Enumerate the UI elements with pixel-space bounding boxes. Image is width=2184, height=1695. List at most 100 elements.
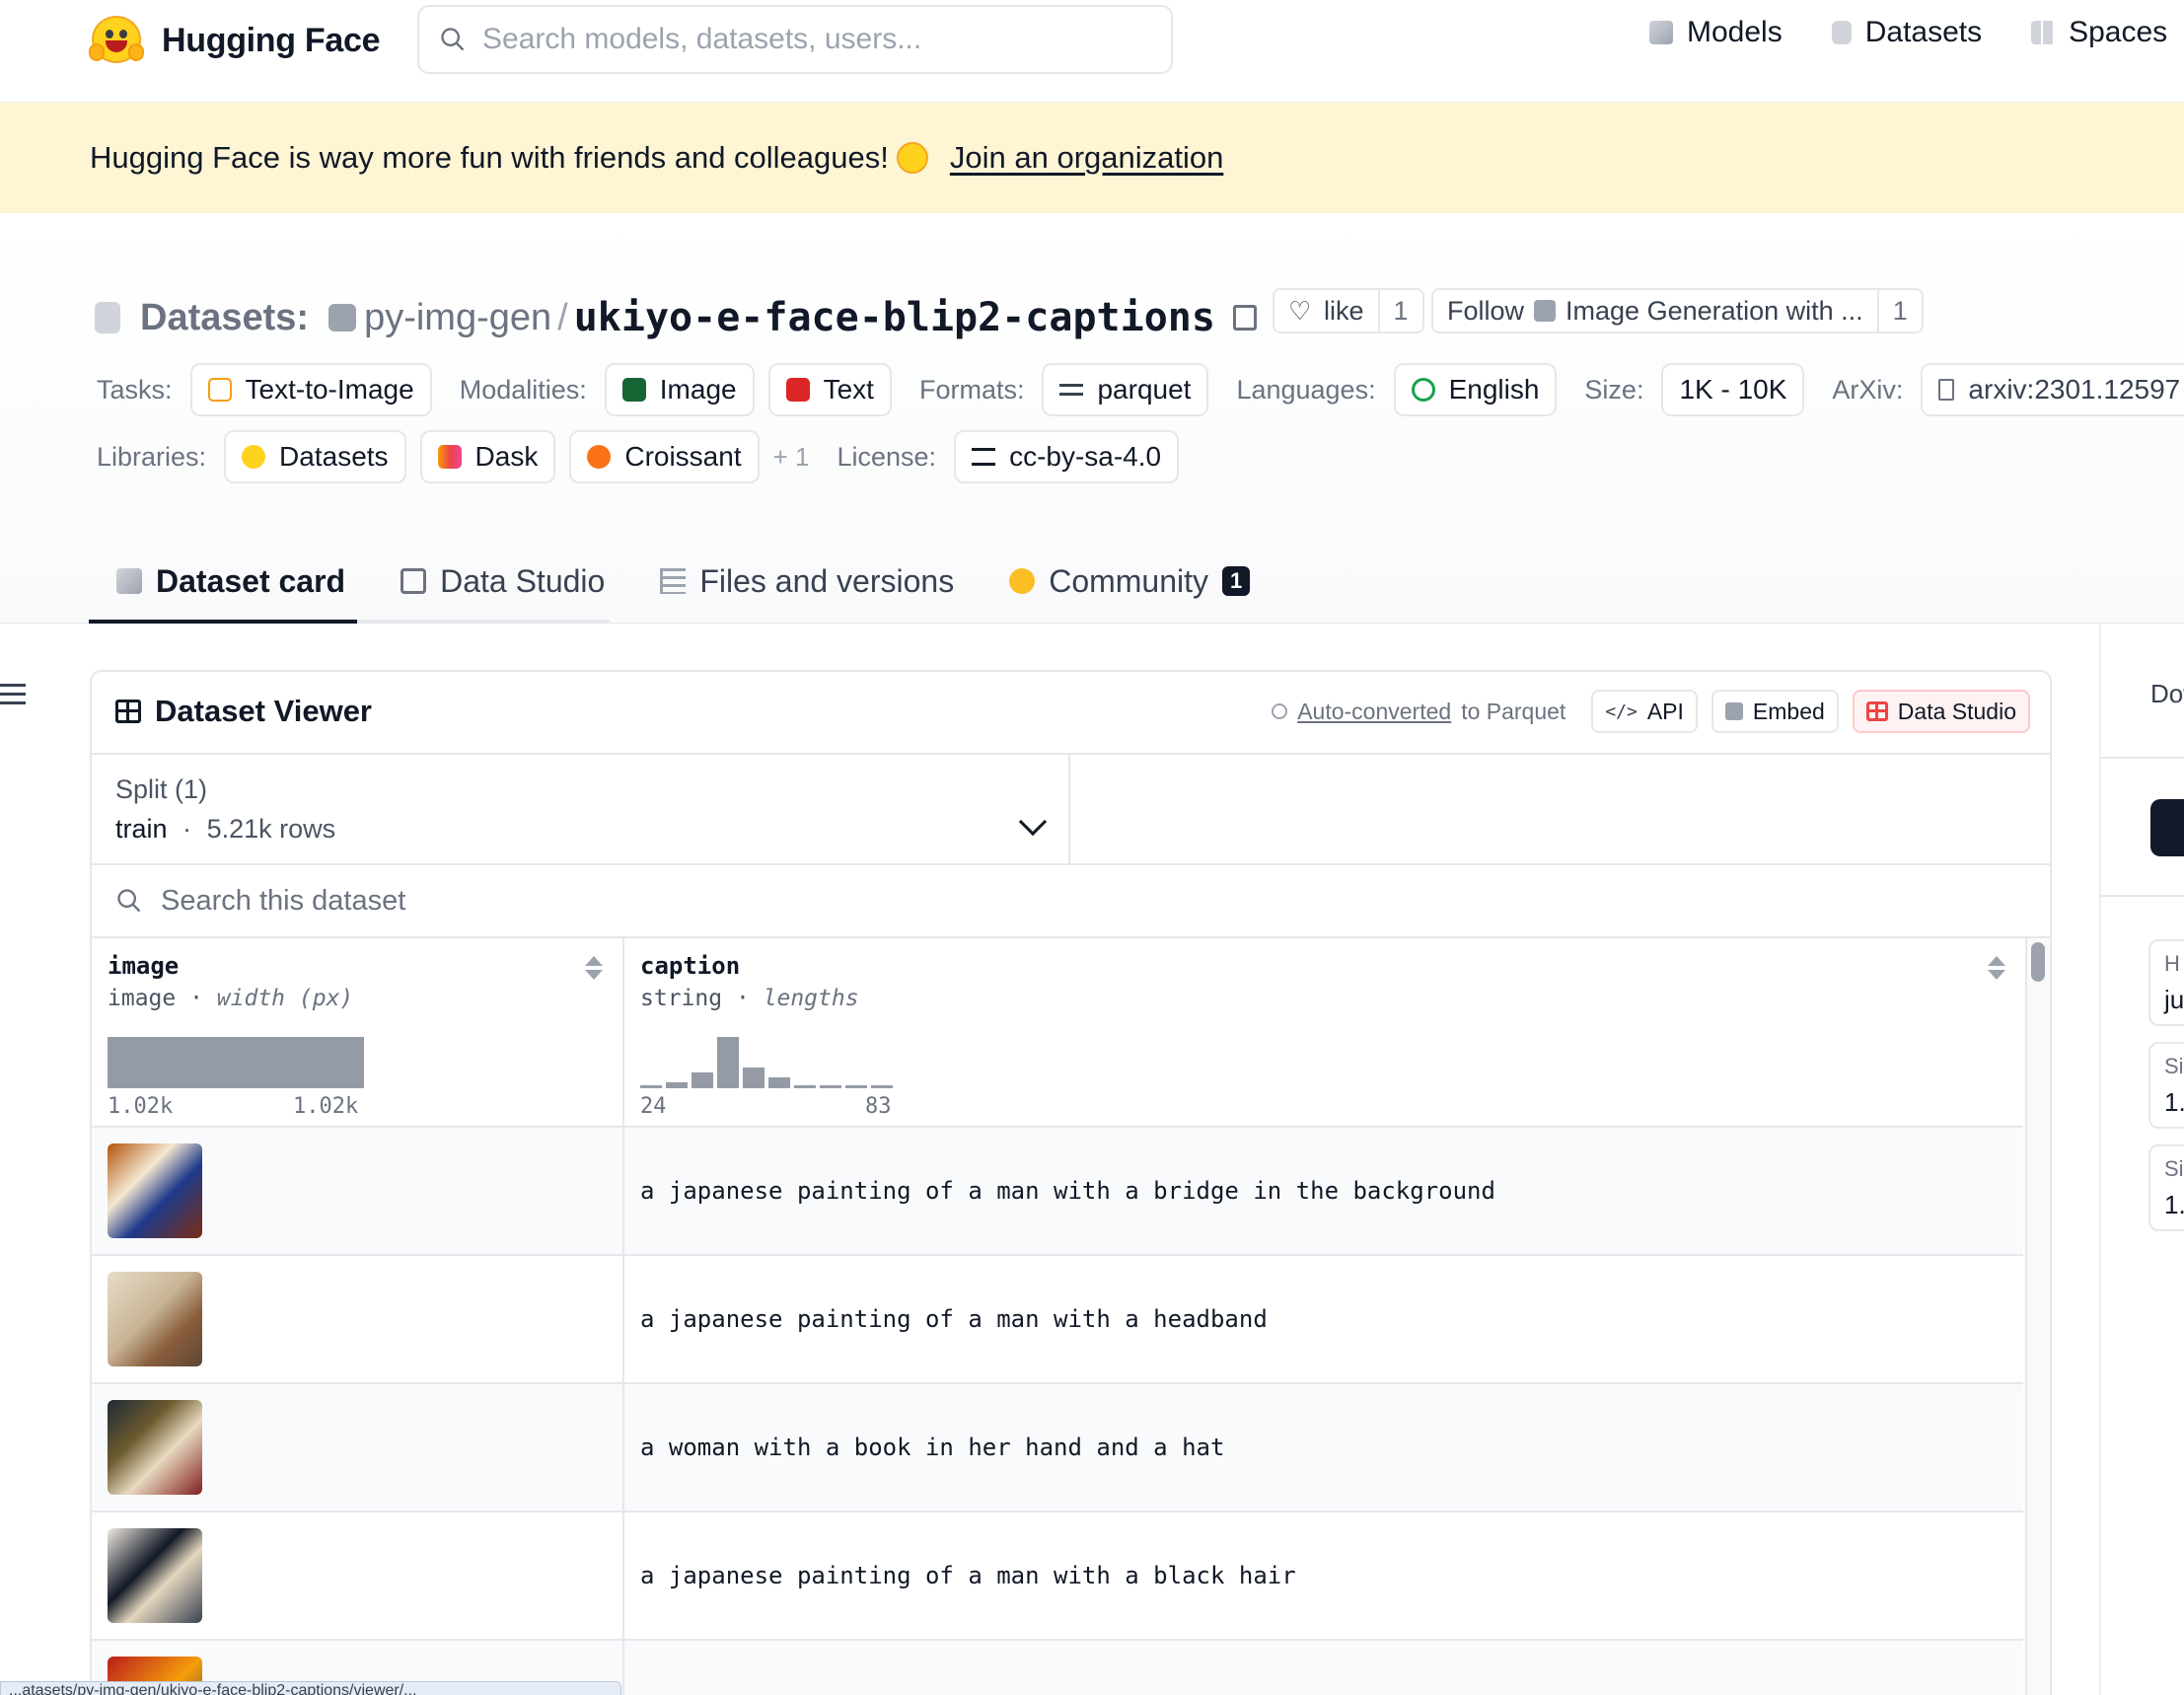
tag-parquet[interactable]: parquet <box>1042 363 1209 416</box>
tag-license[interactable]: cc-by-sa-4.0 <box>954 430 1180 483</box>
arxiv-key: ArXiv: <box>1832 374 1904 405</box>
document-icon <box>1938 379 1955 401</box>
histogram-bar[interactable] <box>108 1037 364 1088</box>
tab-files-and-versions[interactable]: Files and versions <box>632 543 982 624</box>
dataset-search[interactable] <box>92 865 2050 938</box>
auto-converted-note: Auto-converted to Parquet <box>1272 699 1565 725</box>
tag-label: Text-to-Image <box>245 374 414 405</box>
breadcrumb-owner[interactable]: py-img-gen <box>364 297 551 339</box>
tab-data-studio[interactable]: Data Studio <box>373 543 632 624</box>
join-organization-link[interactable]: Join an organization <box>950 140 1223 176</box>
histogram-bar[interactable] <box>845 1085 867 1088</box>
histogram-max: 1.02k <box>293 1094 359 1119</box>
tag-image[interactable]: Image <box>604 363 755 416</box>
viewer-header: Dataset Viewer Auto-converted to Parquet… <box>92 672 2050 755</box>
info-card[interactable]: Si 1. <box>2148 1042 2184 1129</box>
split-separator: · <box>182 814 192 844</box>
histogram-bar[interactable] <box>717 1037 739 1088</box>
histogram-bar[interactable] <box>871 1085 893 1088</box>
tag-size[interactable]: 1K - 10K <box>1661 363 1805 416</box>
auto-converted-suffix: to Parquet <box>1461 698 1566 724</box>
table-row[interactable]: a japanese painting of a man with a head… <box>92 1256 2023 1384</box>
libraries-more[interactable]: + 1 <box>773 442 810 473</box>
tab-label: Dataset card <box>156 562 346 599</box>
tab-community[interactable]: Community 1 <box>982 543 1277 624</box>
tag-dask[interactable]: Dask <box>419 430 556 483</box>
nav-spaces[interactable]: Spaces <box>2031 16 2167 49</box>
tag-row-1: Tasks: Text-to-Image Modalities: Image T… <box>97 363 2184 416</box>
modalities-key: Modalities: <box>459 374 587 405</box>
ukiyo-e-face-thumbnail[interactable] <box>108 1272 202 1366</box>
table-row[interactable]: a japanese painting of a man with a blac… <box>92 1512 2023 1641</box>
cube-icon <box>116 568 142 594</box>
tag-croissant[interactable]: Croissant <box>569 430 760 483</box>
languages-key: Languages: <box>1236 374 1376 405</box>
follow-button[interactable]: Follow Image Generation with ... 1 <box>1431 288 1924 333</box>
tasks-key: Tasks: <box>97 374 173 405</box>
nav-models[interactable]: Models <box>1649 16 1783 49</box>
tab-dataset-card[interactable]: Dataset card <box>89 543 374 624</box>
croissant-icon <box>587 445 612 469</box>
brand-logo[interactable]: Hugging Face <box>89 14 380 67</box>
global-search[interactable] <box>417 5 1173 74</box>
histogram-bar[interactable] <box>743 1068 764 1088</box>
tag-datasets-lib[interactable]: Datasets <box>224 430 406 483</box>
database-icon <box>95 302 120 333</box>
info-card-label: Si <box>2164 1156 2184 1181</box>
ukiyo-e-face-thumbnail[interactable] <box>108 1143 202 1238</box>
tag-english[interactable]: English <box>1393 363 1558 416</box>
histogram-bar[interactable] <box>820 1085 841 1088</box>
info-card[interactable]: Si 1. <box>2148 1144 2184 1231</box>
dataset-name[interactable]: ukiyo-e-face-blip2-captions <box>574 295 1215 340</box>
table-row[interactable]: a woman with a book in her hand and a ha… <box>92 1384 2023 1512</box>
column-name: caption <box>640 952 741 980</box>
vertical-scrollbar-thumb[interactable] <box>2031 942 2045 982</box>
histogram-min: 24 <box>640 1094 667 1119</box>
sort-icon[interactable] <box>585 956 605 980</box>
search-input[interactable] <box>482 23 1114 56</box>
community-count-badge: 1 <box>1222 566 1251 596</box>
org-banner: Hugging Face is way more fun with friend… <box>0 103 2184 213</box>
tag-label: parquet <box>1097 374 1192 405</box>
ukiyo-e-face-thumbnail[interactable] <box>108 1400 202 1495</box>
tag-label: cc-by-sa-4.0 <box>1009 441 1162 472</box>
split-selector[interactable]: Split (1) train · 5.21k rows <box>92 755 1070 865</box>
histogram-bar[interactable] <box>666 1082 688 1088</box>
text-to-image-icon <box>207 378 232 402</box>
column-stat-label: width (px) <box>216 986 354 1011</box>
api-button[interactable]: </> API <box>1591 690 1698 733</box>
libraries-key: Libraries: <box>97 441 207 472</box>
hamburger-menu-icon[interactable] <box>0 684 26 710</box>
column-header-caption[interactable]: caption string · lengths 24 83 <box>624 938 2023 1128</box>
embed-button[interactable]: Embed <box>1711 690 1839 733</box>
copy-icon[interactable] <box>1232 305 1257 331</box>
size-key: Size: <box>1584 374 1644 405</box>
tag-text-to-image[interactable]: Text-to-Image <box>189 363 432 416</box>
vertical-scrollbar-track[interactable] <box>2025 938 2050 1695</box>
info-card[interactable]: H ju <box>2148 939 2184 1026</box>
split-right-empty <box>1070 755 2050 865</box>
histogram-bar[interactable] <box>794 1085 816 1088</box>
like-label: like <box>1324 295 1364 326</box>
column-header-image[interactable]: image image · width (px) 1.02k 1.02k <box>92 938 624 1128</box>
column-stat-label: lengths <box>763 986 859 1011</box>
dataset-search-input[interactable] <box>161 884 1049 918</box>
data-studio-button[interactable]: Data Studio <box>1852 690 2030 733</box>
breadcrumb-section[interactable]: Datasets: <box>140 297 309 339</box>
histogram-bar[interactable] <box>640 1085 662 1088</box>
split-name: train <box>115 814 168 844</box>
histogram-bar[interactable] <box>692 1072 713 1088</box>
nav-datasets[interactable]: Datasets <box>1831 16 1983 49</box>
tag-text[interactable]: Text <box>767 363 892 416</box>
tag-arxiv[interactable]: arxiv:2301.12597 <box>1921 363 2184 416</box>
tag-label: English <box>1448 374 1540 405</box>
nav-datasets-label: Datasets <box>1864 16 1983 48</box>
sort-icon[interactable] <box>1988 956 2007 980</box>
ukiyo-e-face-thumbnail[interactable] <box>108 1528 202 1623</box>
sidebar-action-button[interactable] <box>2150 799 2184 856</box>
banner-text: Hugging Face is way more fun with friend… <box>90 140 889 175</box>
table-row[interactable]: a japanese painting of a man with a brid… <box>92 1128 2023 1256</box>
like-button[interactable]: ♡ like 1 <box>1273 288 1424 333</box>
auto-converted-link[interactable]: Auto-converted <box>1297 699 1451 725</box>
histogram-bar[interactable] <box>768 1077 790 1088</box>
